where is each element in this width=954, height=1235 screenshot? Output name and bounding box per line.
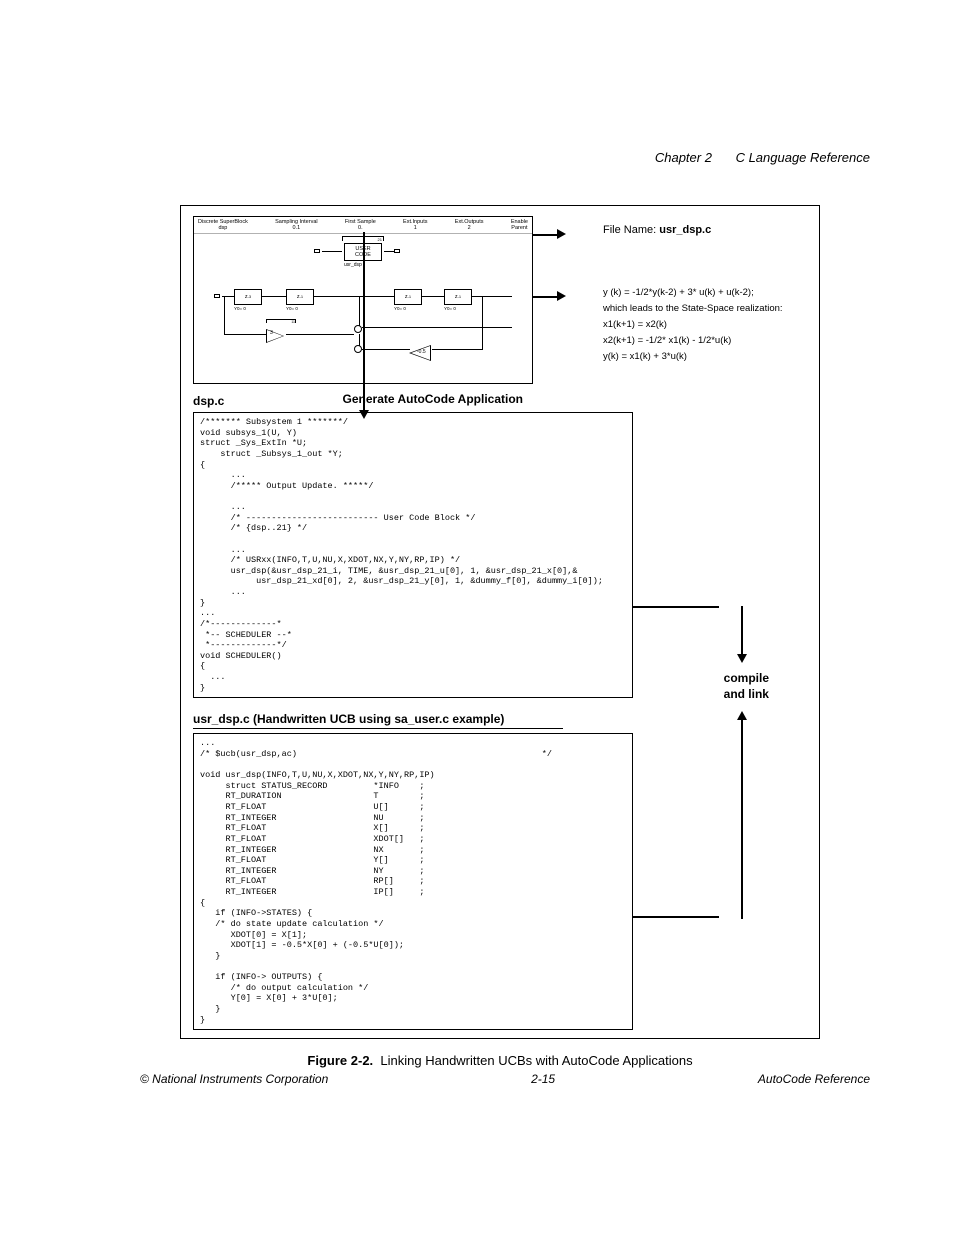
- usr-dsp-label: usr_dsp.c (Handwritten UCB using sa_user…: [193, 712, 563, 729]
- z-block: z-1: [444, 289, 472, 305]
- footer-right: AutoCode Reference: [758, 1072, 870, 1086]
- chapter-title: C Language Reference: [736, 150, 870, 165]
- pin: [314, 249, 320, 253]
- gain-block: [266, 329, 284, 343]
- page-footer: © National Instruments Corporation 2-15 …: [140, 1072, 870, 1086]
- equations: y (k) = -1/2*y(k-2) + 3* u(k) + u(k-2); …: [603, 285, 783, 366]
- code-usr-dsp-c: ... /* $ucb(usr_dsp,ac) */ void usr_dsp(…: [193, 733, 633, 1030]
- pin: [394, 249, 400, 253]
- footer-left: © National Instruments Corporation: [140, 1072, 328, 1086]
- gain-value: -0.5: [417, 349, 426, 355]
- z-block: z-3: [234, 289, 262, 305]
- sum-junction: [354, 345, 362, 353]
- gain-value: 3: [270, 330, 273, 336]
- running-header: Chapter 2 C Language Reference: [140, 150, 870, 165]
- code-dsp-c: /******* Subsystem 1 *******/ void subsy…: [193, 412, 633, 698]
- pin: [214, 294, 220, 298]
- file-name-row: File Name: usr_dsp.c: [603, 222, 783, 240]
- compile-label: compileand link: [724, 671, 769, 702]
- footer-page: 2-15: [531, 1072, 555, 1086]
- chapter-label: Chapter 2: [655, 150, 712, 165]
- figure-caption: Figure 2-2. Linking Handwritten UCBs wit…: [180, 1053, 820, 1068]
- z-block: z-1: [286, 289, 314, 305]
- sum-junction: [354, 325, 362, 333]
- z-block: z-1: [394, 289, 422, 305]
- user-code-sub: usr_dsp: [344, 262, 362, 268]
- figure-frame: Discrete SuperBlockdsp Sampling Interval…: [180, 205, 820, 1039]
